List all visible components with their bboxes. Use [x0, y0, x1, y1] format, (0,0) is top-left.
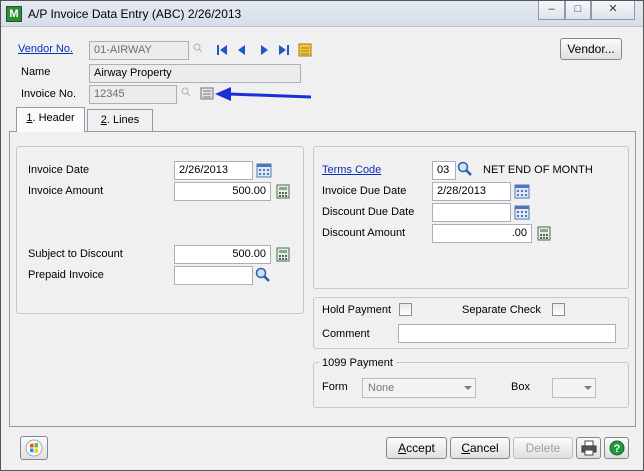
delete-button[interactable]: Delete	[513, 437, 573, 459]
vendor-button[interactable]: Vendor...	[560, 38, 622, 60]
invoice-due-date-field[interactable]: 2/28/2013	[432, 182, 511, 201]
close-button[interactable]: ✕	[591, 1, 635, 20]
box-label: Box	[511, 381, 530, 393]
invoice-date-field[interactable]: 2/26/2013	[174, 161, 253, 180]
help-icon: ?	[609, 440, 624, 456]
prepaid-invoice-field[interactable]	[174, 266, 253, 285]
hold-payment-label: Hold Payment	[322, 304, 392, 316]
form-select[interactable]: None	[362, 378, 476, 398]
accept-button[interactable]: Accept	[386, 437, 447, 459]
subject-to-discount-field[interactable]: 500.00	[174, 245, 271, 264]
notes-icon[interactable]	[298, 42, 314, 58]
chevron-down-icon	[464, 386, 472, 390]
accept-label: ccept	[406, 441, 435, 455]
app-icon: M	[6, 6, 22, 22]
cancel-label: ancel	[469, 441, 499, 455]
search-icon[interactable]	[255, 267, 271, 283]
discount-due-date-label: Discount Due Date	[322, 206, 415, 218]
discount-amount-label: Discount Amount	[322, 227, 406, 239]
previous-record-icon[interactable]	[235, 43, 251, 59]
terms-code-field[interactable]: 03	[432, 161, 456, 180]
form-label: Form	[322, 381, 348, 393]
terms-code-link[interactable]: Terms Code	[322, 164, 381, 176]
calculator-icon[interactable]	[276, 184, 292, 200]
discount-amount-field[interactable]: .00	[432, 224, 532, 243]
accept-mnemonic: A	[398, 441, 407, 455]
vendor-no-link[interactable]: Vendor No.	[18, 43, 73, 55]
tab-header-label: . Header	[32, 112, 75, 124]
terms-description: NET END OF MONTH	[483, 164, 593, 176]
maximize-button[interactable]: □	[565, 1, 591, 20]
tab-lines-label: . Lines	[106, 114, 140, 126]
print-button[interactable]	[576, 437, 601, 459]
windows-logo-icon	[25, 439, 43, 457]
invoice-date-label: Invoice Date	[28, 164, 90, 176]
subject-to-discount-label: Subject to Discount	[28, 248, 123, 260]
next-record-icon[interactable]	[257, 43, 273, 59]
tab-header[interactable]: 1. Header	[16, 107, 85, 132]
calculator-icon[interactable]	[276, 247, 292, 263]
discount-due-date-field[interactable]	[432, 203, 511, 222]
invoice-data-entry-window: M A/P Invoice Data Entry (ABC) 2/26/2013…	[0, 0, 644, 471]
customizer-button[interactable]	[20, 436, 48, 460]
vendor-lookup-small-icon[interactable]	[193, 43, 203, 53]
invoice-due-date-label: Invoice Due Date	[322, 185, 407, 197]
calculator-icon[interactable]	[537, 226, 553, 242]
1099-payment-title: 1099 Payment	[319, 357, 396, 369]
vendor-no-field[interactable]: 01-AIRWAY	[89, 41, 189, 60]
name-label: Name	[21, 66, 51, 78]
minimize-button[interactable]: –	[538, 1, 565, 20]
last-record-icon[interactable]	[277, 43, 293, 59]
calendar-icon[interactable]	[256, 162, 272, 178]
first-record-icon[interactable]	[215, 43, 231, 59]
annotation-arrow-icon	[215, 87, 312, 101]
window-title: A/P Invoice Data Entry (ABC) 2/26/2013	[28, 7, 242, 21]
title-bar: M A/P Invoice Data Entry (ABC) 2/26/2013…	[1, 1, 643, 27]
comment-field[interactable]	[398, 324, 616, 343]
invoice-no-label: Invoice No.	[21, 88, 77, 100]
hold-payment-checkbox[interactable]	[399, 303, 412, 316]
printer-icon	[581, 440, 596, 456]
prepaid-invoice-label: Prepaid Invoice	[28, 269, 104, 281]
calendar-icon[interactable]	[514, 183, 530, 199]
invoice-amount-label: Invoice Amount	[28, 185, 104, 197]
cancel-button[interactable]: Cancel	[450, 437, 510, 459]
separate-check-checkbox[interactable]	[552, 303, 565, 316]
help-button[interactable]: ?	[604, 437, 629, 459]
chevron-down-icon	[584, 386, 592, 390]
form-select-value: None	[368, 382, 395, 394]
calendar-icon[interactable]	[514, 204, 530, 220]
search-icon[interactable]	[457, 161, 473, 177]
invoice-lookup-small-icon[interactable]	[181, 87, 191, 97]
tab-lines[interactable]: 2. Lines	[87, 109, 153, 131]
box-select[interactable]	[552, 378, 596, 398]
invoice-amount-field[interactable]: 500.00	[174, 182, 271, 201]
invoice-no-field[interactable]: 12345	[89, 85, 177, 104]
cancel-mnemonic: C	[461, 441, 470, 455]
comment-label: Comment	[322, 328, 370, 340]
separate-check-label: Separate Check	[462, 304, 541, 316]
vendor-name-field: Airway Property	[89, 64, 301, 83]
svg-text:?: ?	[613, 443, 620, 455]
